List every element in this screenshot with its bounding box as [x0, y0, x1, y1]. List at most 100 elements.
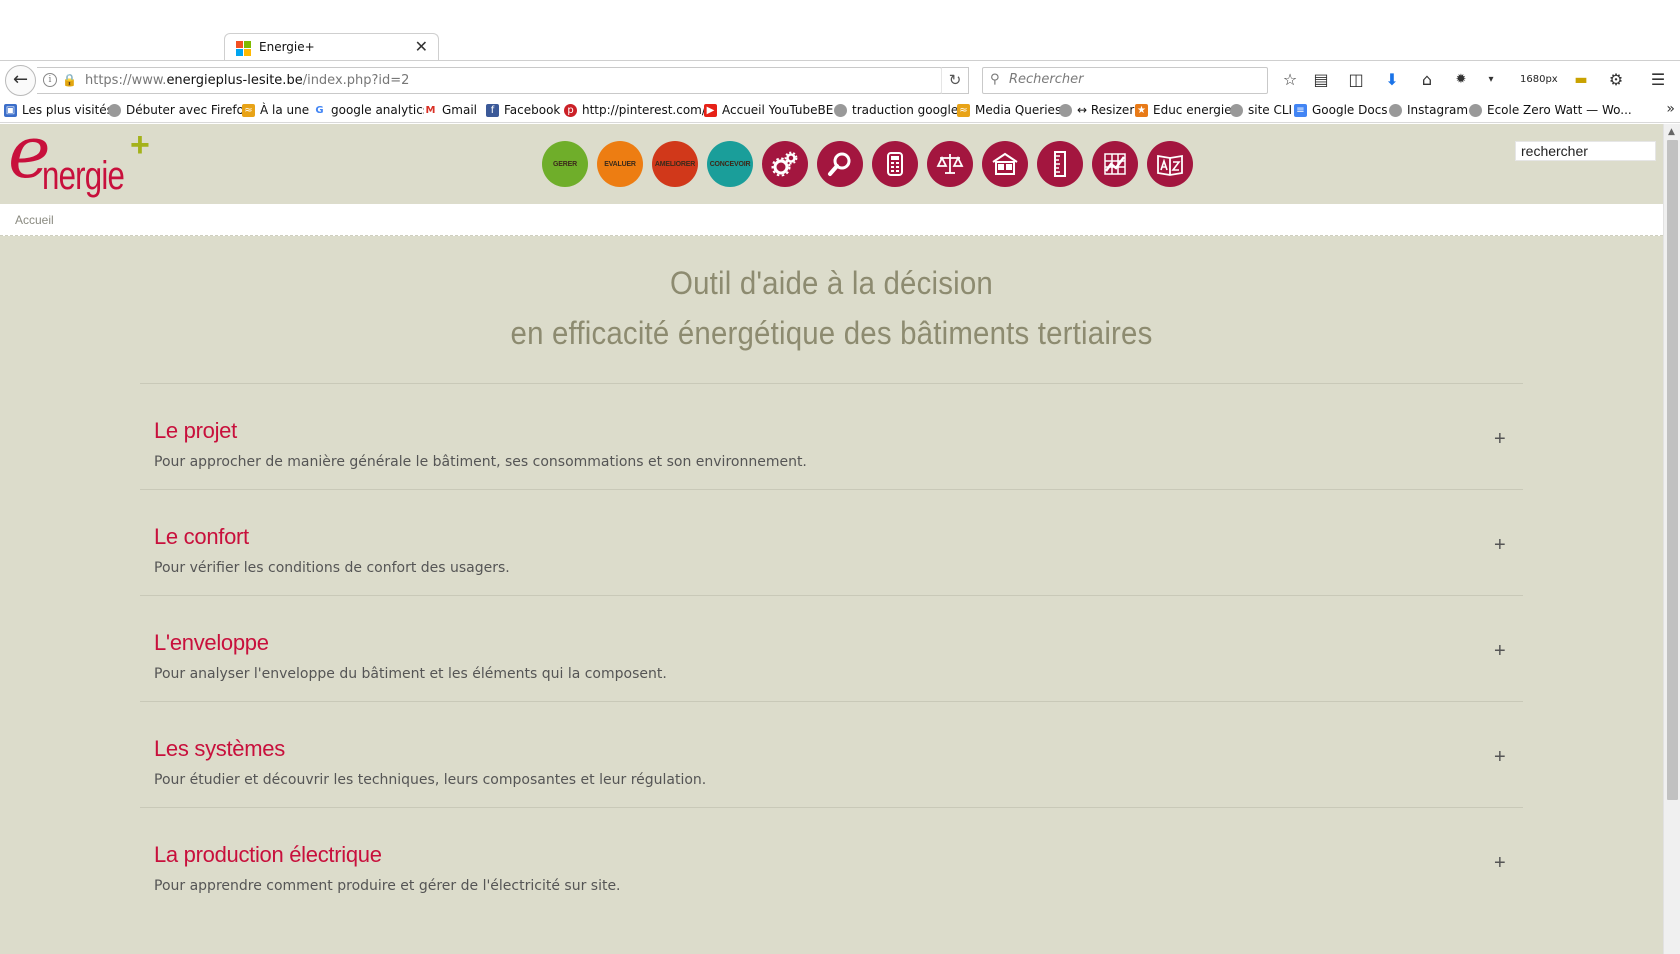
breadcrumb-bar: Accueil [0, 204, 1663, 236]
bookmarks-overflow-chevron-icon[interactable]: » [1666, 101, 1675, 117]
browser-navbar: ← i 🔒 https://www.energieplus-lesite.be/… [0, 61, 1680, 99]
expand-plus-icon[interactable]: + [1494, 534, 1506, 557]
breadcrumb-home-link[interactable]: Accueil [15, 213, 54, 227]
rss-icon: ≈ [957, 103, 970, 117]
bookmark-item[interactable]: ↔ Resizer [1059, 103, 1134, 117]
gmail-icon: M [424, 103, 437, 117]
accordion-description: Pour vérifier les conditions de confort … [154, 560, 510, 576]
bookmark-star-icon[interactable]: ☆ [1279, 69, 1301, 91]
reload-button[interactable]: ↻ [941, 67, 969, 94]
expand-plus-icon[interactable]: + [1494, 746, 1506, 769]
youtube-icon: ▶ [704, 103, 717, 117]
address-bar[interactable]: i 🔒 https://www.energieplus-lesite.be/in… [37, 67, 942, 94]
educ-energie-icon: ★ [1135, 103, 1148, 117]
search-icon: ⚲ [990, 72, 1000, 87]
az-glossary-icon[interactable] [1147, 141, 1193, 187]
google-docs-icon: ≡ [1294, 103, 1307, 117]
ruler-toolbar-icon[interactable]: ▬ [1570, 69, 1592, 91]
settings-gear-icon[interactable]: ⚙ [1605, 69, 1627, 91]
page-title: Outil d'aide à la décision en efficacité… [0, 258, 1663, 358]
info-icon[interactable]: i [43, 73, 57, 87]
bookmark-item[interactable]: ≈ À la une [242, 103, 309, 117]
browser-search-input[interactable] [1009, 72, 1259, 87]
bookmark-item[interactable]: Instagram [1389, 103, 1468, 117]
bookmark-folder-icon: ▣ [4, 103, 17, 117]
scale-icon[interactable] [927, 141, 973, 187]
expand-plus-icon[interactable]: + [1494, 640, 1506, 663]
hamburger-menu-icon[interactable]: ☰ [1647, 69, 1669, 91]
bookmark-item[interactable]: M Gmail [424, 103, 477, 117]
nav-gerer-button[interactable]: GERER [542, 141, 588, 187]
chevron-down-icon[interactable]: ▾ [1480, 69, 1502, 91]
magnifier-icon[interactable] [817, 141, 863, 187]
nav-evaluer-button[interactable]: EVALUER [597, 141, 643, 187]
gears-icon[interactable] [762, 141, 808, 187]
globe-icon [834, 103, 847, 117]
globe-icon [1230, 103, 1243, 117]
bookmark-item[interactable]: Débuter avec Firefox [108, 103, 251, 117]
browser-tabstrip: Energie+ ✕ [0, 0, 1680, 61]
page-viewport: e nergie + GERER EVALUER AMELIORER CONCE… [0, 124, 1663, 954]
accordion-description: Pour approcher de manière générale le bâ… [154, 454, 807, 470]
bookmark-item[interactable]: ≡ Google Docs [1294, 103, 1388, 117]
accordion-item-enveloppe[interactable]: L'enveloppe Pour analyser l'enveloppe du… [140, 596, 1523, 702]
accordion-title[interactable]: La production électrique [154, 842, 382, 868]
accordion-item-confort[interactable]: Le confort Pour vérifier les conditions … [140, 490, 1523, 596]
bookmark-item[interactable]: p http://pinterest.com/ [564, 103, 706, 117]
globe-icon [108, 103, 121, 117]
chart-icon[interactable] [1092, 141, 1138, 187]
site-logo[interactable]: e nergie + [8, 124, 168, 204]
accordion-title[interactable]: Le projet [154, 418, 237, 444]
window-size-label[interactable]: 1680px [1520, 74, 1558, 85]
bookmark-item[interactable]: ▣ Les plus visités [4, 103, 113, 117]
scrollbar-thumb[interactable] [1667, 140, 1678, 800]
logo-plus: + [130, 126, 150, 164]
bookmark-item[interactable]: Ecole Zero Watt — Wo... [1469, 103, 1632, 117]
browser-tab[interactable]: Energie+ ✕ [224, 33, 439, 61]
nav-ameliorer-button[interactable]: AMELIORER [652, 141, 698, 187]
page-scrollbar[interactable]: ▲ [1663, 124, 1680, 954]
logo-word: nergie [42, 154, 125, 198]
accordion-item-production-electrique[interactable]: La production électrique Pour apprendre … [140, 808, 1523, 914]
bookmark-item[interactable]: traduction google [834, 103, 958, 117]
ruler-icon[interactable] [1037, 141, 1083, 187]
main-icon-nav: GERER EVALUER AMELIORER CONCEVOIR [542, 141, 1193, 187]
accordion-title[interactable]: Le confort [154, 524, 249, 550]
page-title-line-2: en efficacité énergétique des bâtiments … [510, 315, 1153, 351]
bookmark-item[interactable]: site CLI [1230, 103, 1292, 117]
url-text[interactable]: https://www.energieplus-lesite.be/index.… [85, 73, 409, 88]
bookmark-item[interactable]: Ggoogle analytics [313, 103, 429, 117]
pocket-icon[interactable]: ◫ [1345, 69, 1367, 91]
accordion-description: Pour analyser l'enveloppe du bâtiment et… [154, 666, 667, 682]
download-icon[interactable]: ⬇ [1381, 69, 1403, 91]
scroll-up-arrow-icon[interactable]: ▲ [1668, 127, 1675, 137]
accordion-item-systemes[interactable]: Les systèmes Pour étudier et découvrir l… [140, 702, 1523, 808]
home-icon[interactable]: ⌂ [1416, 69, 1438, 91]
lock-icon: 🔒 [62, 73, 77, 87]
rss-icon: ≈ [242, 103, 255, 117]
browser-search-box[interactable]: ⚲ [982, 67, 1268, 94]
close-tab-icon[interactable]: ✕ [415, 37, 428, 56]
extension-icon[interactable]: ✹ [1450, 69, 1472, 91]
accordion-description: Pour apprendre comment produire et gérer… [154, 878, 621, 894]
accordion-item-projet[interactable]: Le projet Pour approcher de manière géné… [140, 384, 1523, 490]
bookmark-item[interactable]: ≈ Media Queries [957, 103, 1061, 117]
building-icon[interactable] [982, 141, 1028, 187]
calculator-icon[interactable] [872, 141, 918, 187]
bookmark-item[interactable]: f Facebook [486, 103, 560, 117]
back-button[interactable]: ← [5, 65, 36, 96]
site-search-input[interactable] [1515, 141, 1656, 161]
reading-list-icon[interactable]: ▤ [1310, 69, 1332, 91]
page-title-line-1: Outil d'aide à la décision [669, 265, 993, 301]
globe-icon [1059, 103, 1072, 117]
windows-favicon-icon [236, 41, 252, 57]
bookmark-item[interactable]: ★ Educ energie [1135, 103, 1232, 117]
expand-plus-icon[interactable]: + [1494, 428, 1506, 451]
bookmark-item[interactable]: ▶ Accueil YouTubeBE [704, 103, 833, 117]
accordion-title[interactable]: L'enveloppe [154, 630, 269, 656]
expand-plus-icon[interactable]: + [1494, 852, 1506, 875]
nav-concevoir-button[interactable]: CONCEVOIR [707, 141, 753, 187]
bookmarks-toolbar: ▣ Les plus visités Débuter avec Firefox ≈… [0, 99, 1680, 123]
globe-icon [1389, 103, 1402, 117]
accordion-title[interactable]: Les systèmes [154, 736, 285, 762]
